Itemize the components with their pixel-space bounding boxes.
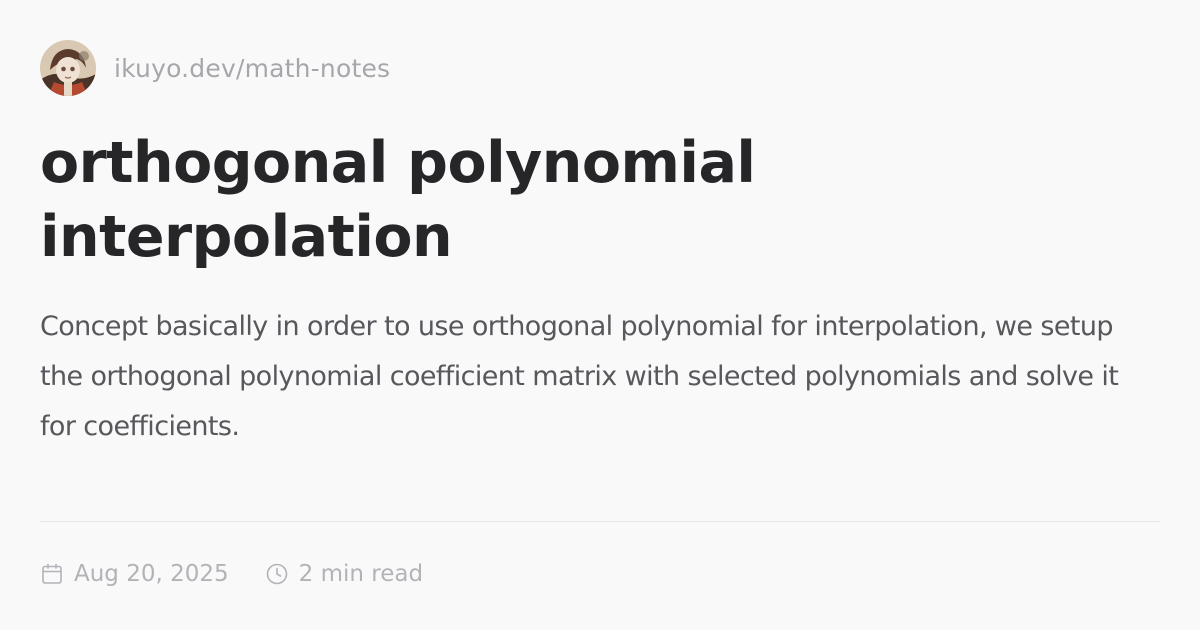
post-description: Concept basically in order to use orthog… [40, 311, 1119, 442]
post-meta: Aug 20, 2025 2 min read [40, 558, 423, 590]
post-title-line-1: orthogonal polynomial [40, 130, 756, 196]
post-date-text: Aug 20, 2025 [74, 561, 229, 587]
og-card: ikuyo.dev/math-notes orthogonal polynomi… [40, 40, 1160, 600]
divider [40, 521, 1160, 522]
read-time: 2 min read [265, 561, 423, 587]
calendar-icon [40, 562, 64, 586]
site-url[interactable]: ikuyo.dev/math-notes [114, 54, 390, 83]
site-header: ikuyo.dev/math-notes [40, 40, 390, 96]
clock-icon [265, 562, 289, 586]
read-time-text: 2 min read [298, 561, 424, 587]
post-title-line-2: interpolation [40, 204, 453, 270]
avatar-icon [40, 40, 96, 96]
post-title: orthogonal polynomial interpolation [40, 126, 1140, 274]
post-date: Aug 20, 2025 [40, 561, 229, 587]
